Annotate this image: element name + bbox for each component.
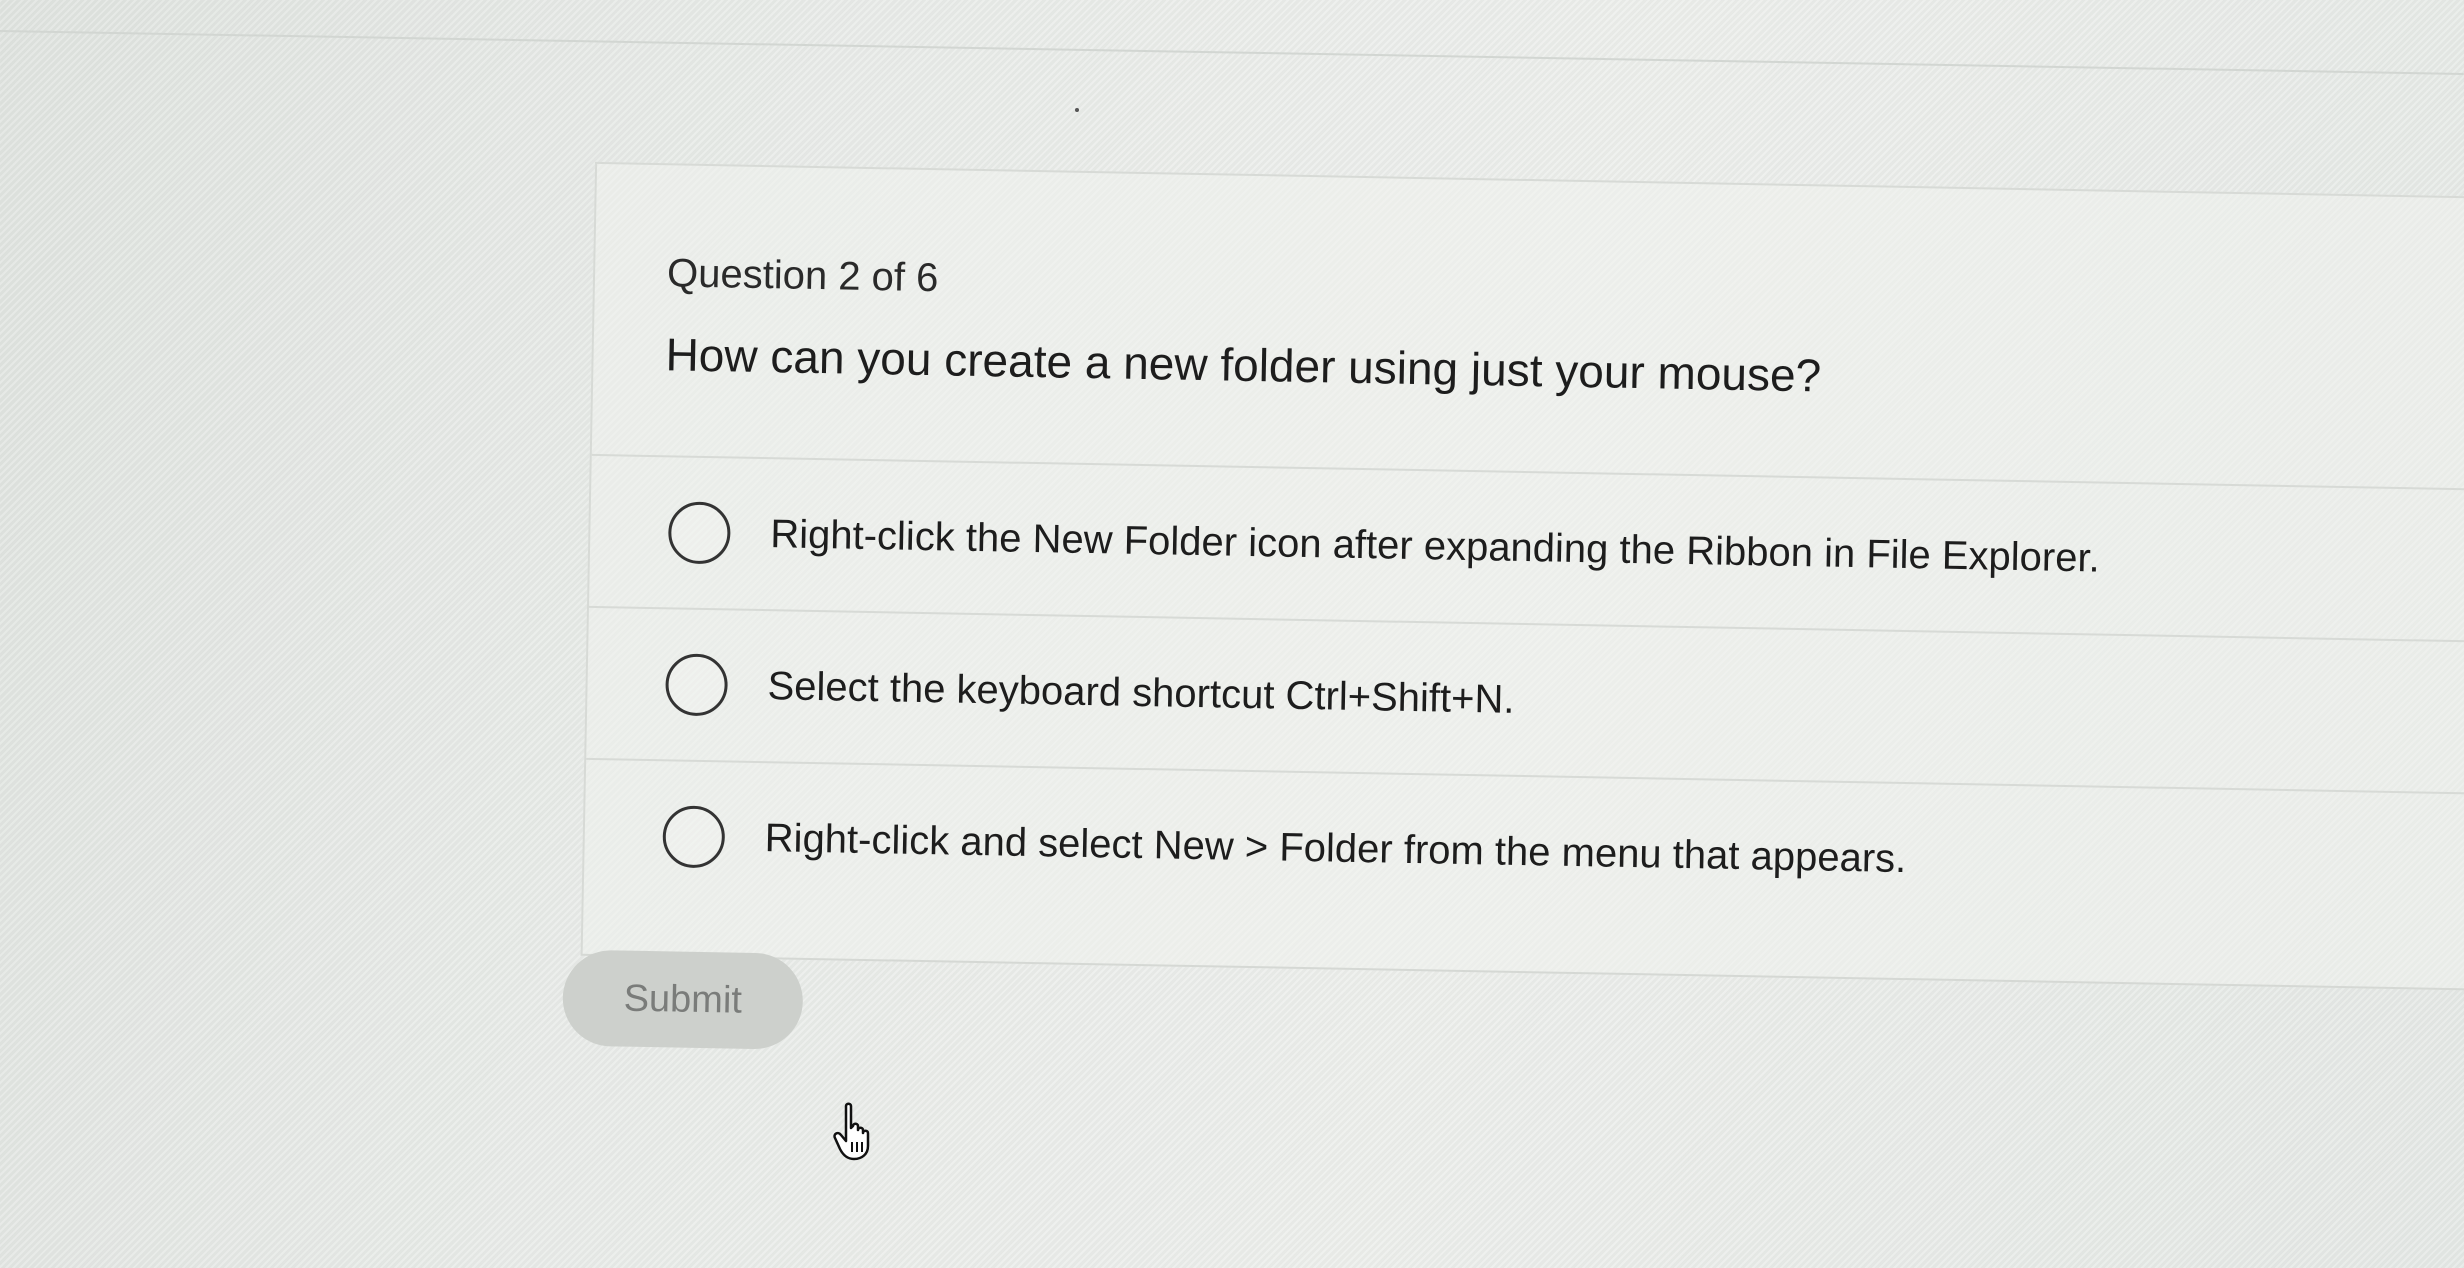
- answer-option-label[interactable]: Right-click and select New > Folder from…: [764, 816, 1906, 882]
- question-card: Question 2 of 6 How can you create a new…: [580, 161, 2464, 991]
- hand-pointer-icon: [833, 1102, 870, 1161]
- quiz-page: Question 2 of 6 How can you create a new…: [0, 0, 2464, 1268]
- question-counter: Question 2 of 6: [666, 251, 939, 301]
- radio-button-1[interactable]: [667, 501, 731, 565]
- radio-button-2[interactable]: [665, 653, 729, 717]
- question-text: How can you create a new folder using ju…: [665, 328, 1822, 402]
- radio-button-3[interactable]: [662, 805, 726, 869]
- answer-option-label[interactable]: Select the keyboard shortcut Ctrl+Shift+…: [767, 664, 1515, 723]
- submit-button[interactable]: Submit: [561, 949, 804, 1050]
- answer-options: Right-click the New Folder icon after ex…: [583, 453, 2464, 946]
- answer-option-label[interactable]: Right-click the New Folder icon after ex…: [770, 512, 2100, 581]
